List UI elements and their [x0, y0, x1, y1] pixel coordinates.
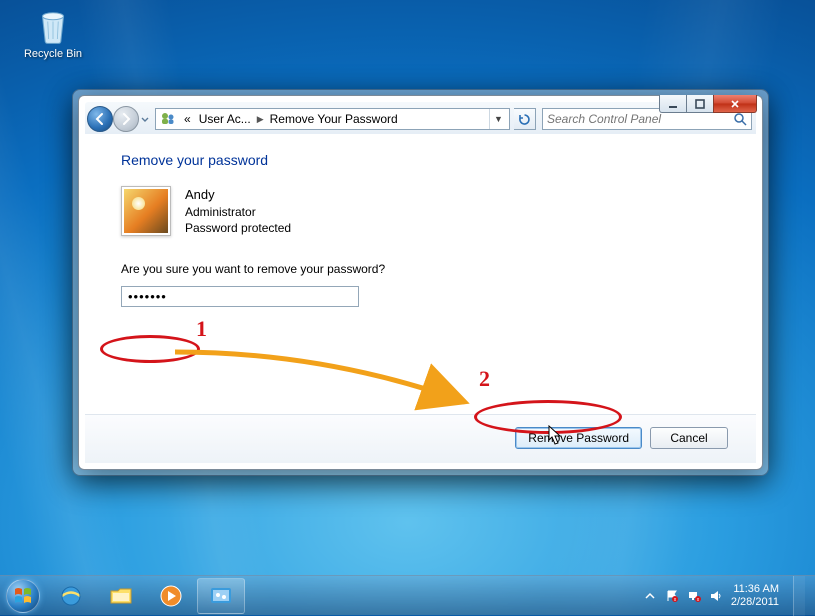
ie-icon — [58, 583, 84, 609]
remove-password-button[interactable]: Remove Password — [515, 427, 642, 449]
user-accounts-icon — [160, 111, 176, 127]
recycle-bin-icon — [32, 4, 74, 46]
close-button[interactable] — [713, 95, 757, 113]
system-tray: x x 11:36 AM 2/28/2011 — [643, 576, 809, 616]
content-area: Remove your password Andy Administrator … — [85, 134, 756, 307]
clock-date: 2/28/2011 — [731, 596, 779, 609]
user-name: Andy — [185, 186, 291, 204]
recycle-bin-label: Recycle Bin — [18, 48, 88, 60]
minimize-button[interactable] — [659, 95, 687, 113]
start-orb-icon — [6, 579, 40, 613]
close-icon — [730, 99, 740, 109]
page-title: Remove your password — [121, 152, 720, 168]
maximize-icon — [695, 99, 705, 109]
nav-history-dropdown-icon[interactable] — [139, 109, 151, 129]
flag-icon[interactable]: x — [665, 589, 679, 603]
clock[interactable]: 11:36 AM 2/28/2011 — [731, 583, 779, 608]
taskbar-ie[interactable] — [47, 578, 95, 614]
folder-icon — [108, 583, 134, 609]
breadcrumb-seg2[interactable]: Remove Your Password — [266, 112, 402, 126]
taskbar-explorer[interactable] — [97, 578, 145, 614]
show-desktop-button[interactable] — [793, 576, 805, 616]
volume-icon[interactable] — [709, 589, 723, 603]
address-dropdown-icon[interactable]: ▼ — [489, 109, 507, 129]
chevron-right-icon: ▶ — [255, 114, 266, 125]
recycle-bin[interactable]: Recycle Bin — [18, 4, 88, 60]
back-arrow-icon — [93, 112, 107, 126]
forward-arrow-icon — [119, 112, 133, 126]
breadcrumb-seg1[interactable]: User Ac... — [195, 112, 255, 126]
windows-logo-icon — [13, 586, 33, 606]
control-panel-icon — [208, 583, 234, 609]
start-button[interactable] — [0, 576, 46, 616]
minimize-icon — [668, 99, 678, 109]
maximize-button[interactable] — [686, 95, 714, 113]
refresh-icon — [518, 113, 531, 126]
command-bar: Remove Password Cancel — [85, 414, 756, 463]
address-bar[interactable]: « User Ac... ▶ Remove Your Password ▼ — [155, 108, 510, 130]
avatar-image — [124, 189, 168, 233]
taskbar-wmp[interactable] — [147, 578, 195, 614]
navigation-toolbar: « User Ac... ▶ Remove Your Password ▼ — [85, 102, 756, 134]
refresh-button[interactable] — [514, 108, 536, 130]
wmp-icon — [158, 583, 184, 609]
network-icon[interactable]: x — [687, 589, 701, 603]
cancel-button[interactable]: Cancel — [650, 427, 728, 449]
user-role: Administrator — [185, 204, 291, 220]
search-input[interactable] — [547, 112, 733, 126]
avatar — [121, 186, 171, 236]
confirmation-prompt: Are you sure you want to remove your pas… — [121, 262, 720, 276]
back-button[interactable] — [87, 106, 113, 132]
breadcrumb-root-glyph: « — [180, 112, 195, 126]
search-icon — [733, 112, 747, 126]
clock-time: 11:36 AM — [731, 583, 779, 596]
forward-button[interactable] — [113, 106, 139, 132]
control-panel-window: « User Ac... ▶ Remove Your Password ▼ Re… — [78, 95, 763, 470]
tray-chevron-icon[interactable] — [643, 589, 657, 603]
taskbar-control-panel[interactable] — [197, 578, 245, 614]
caption-buttons — [660, 95, 757, 113]
user-summary: Andy Administrator Password protected — [121, 186, 720, 236]
taskbar: x x 11:36 AM 2/28/2011 — [0, 575, 815, 615]
user-status: Password protected — [185, 220, 291, 236]
password-input[interactable] — [121, 286, 359, 307]
